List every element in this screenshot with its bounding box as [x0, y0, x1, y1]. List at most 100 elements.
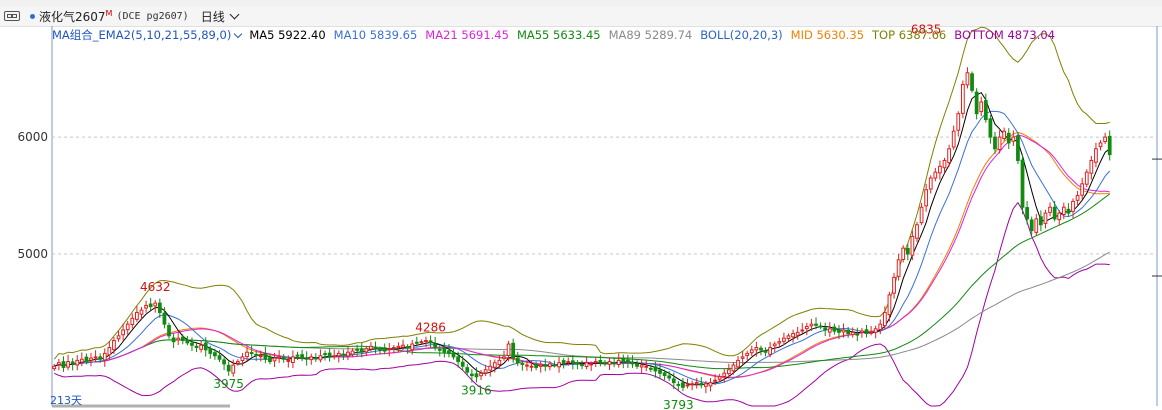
legend-item-mid: MID 5630.35: [790, 28, 865, 42]
candle-body: [855, 333, 860, 336]
candle-body: [933, 171, 938, 179]
candle-body: [548, 363, 552, 368]
candle-body: [61, 361, 66, 368]
legend-items: MA5 5922.40 MA10 5839.65 MA21 5691.45 MA55 …: [249, 28, 1055, 42]
candle-body: [814, 323, 818, 326]
candle-body: [589, 363, 594, 366]
legend-item-top: TOP 6387.66: [872, 28, 947, 42]
candle-body: [66, 361, 70, 368]
candle-body: [708, 382, 713, 387]
candle-body: [190, 342, 194, 346]
candle-body: [552, 364, 557, 367]
candle-body: [424, 340, 428, 343]
low-price-label: 3793: [663, 398, 694, 410]
candle-body: [648, 367, 653, 370]
candle-body: [1075, 195, 1080, 201]
candle-body: [804, 325, 809, 330]
boll-bottom-line: [54, 201, 1110, 407]
candle-body: [272, 357, 277, 362]
indicator-legend: MA组合_EMA2(5,10,21,55,89,0) MA5 5922.40 MA…: [52, 27, 1055, 43]
candle-body: [488, 365, 493, 371]
candle-body: [905, 248, 910, 255]
candle-body: [240, 356, 245, 362]
candle-body: [1020, 159, 1025, 208]
indicator-combo-label: MA组合_EMA2(5,10,21,55,89,0): [52, 28, 232, 42]
candle-body: [644, 365, 649, 368]
candle-body: [818, 325, 823, 328]
candle-body: [1098, 142, 1103, 148]
candle-body: [185, 339, 190, 344]
candle-body: [795, 331, 800, 336]
candle-body: [281, 357, 286, 360]
candle-body: [277, 356, 282, 359]
candle-body: [144, 304, 148, 309]
candle-body: [359, 348, 364, 353]
candle-body: [148, 303, 153, 308]
candle-body: [603, 361, 607, 365]
y-tick-label: 5000: [17, 247, 48, 261]
indicator-combo-selector[interactable]: MA组合_EMA2(5,10,21,55,89,0): [52, 27, 243, 43]
candle-body: [226, 364, 231, 372]
legend-item-ma21: MA21 5691.45: [425, 28, 509, 42]
price-chart[interactable]: 50006000463239754286391637936835: [0, 0, 1162, 410]
candle-body: [1052, 206, 1057, 220]
candle-body: [713, 379, 717, 382]
candle-body: [832, 326, 837, 332]
candle-body: [653, 366, 658, 372]
candle-body: [171, 337, 176, 343]
candle-body: [993, 136, 997, 150]
candle-body: [901, 247, 906, 260]
candle-body: [194, 345, 199, 349]
candle-body: [405, 346, 410, 349]
candle-body: [960, 83, 965, 114]
candle-body: [323, 353, 327, 356]
candle-body: [685, 384, 690, 387]
candle-body: [997, 136, 1002, 150]
candle-body: [896, 259, 901, 277]
candle-body: [1107, 135, 1112, 156]
legend-item-ma89: MA89 5289.74: [608, 28, 693, 42]
candle-body: [341, 353, 346, 356]
candle-body: [887, 294, 892, 316]
legend-item-ma55: MA55 5633.45: [516, 28, 601, 42]
candle-body: [671, 378, 676, 384]
candle-body: [759, 347, 763, 351]
candle-body: [639, 364, 644, 368]
candle-body: [928, 177, 933, 190]
candle-body: [584, 362, 589, 367]
candle-body: [1011, 136, 1016, 142]
candle-body: [837, 329, 841, 333]
candle-body: [157, 302, 162, 313]
candle-body: [75, 359, 80, 366]
candle-body: [1094, 148, 1098, 163]
candle-body: [676, 383, 681, 386]
candle-body: [1002, 130, 1007, 139]
candle-body: [258, 355, 263, 358]
candle-body: [222, 359, 226, 365]
high-price-label: 4286: [415, 320, 446, 334]
candle-body: [745, 352, 750, 356]
candle-body: [791, 333, 795, 338]
candle-body: [1103, 136, 1107, 143]
candle-body: [378, 348, 382, 351]
candle-body: [313, 357, 318, 360]
candle-body: [942, 159, 947, 169]
candle-body: [291, 356, 295, 364]
candle-body: [442, 347, 447, 353]
candle-body: [350, 350, 355, 355]
candle-body: [607, 361, 612, 365]
candle-body: [860, 330, 864, 334]
legend-item-ma5: MA5 5922.40: [249, 28, 326, 42]
candle-body: [125, 323, 130, 331]
candle-body: [988, 118, 993, 138]
candle-body: [754, 347, 759, 351]
candle-body: [483, 369, 488, 374]
candle-body: [694, 382, 699, 385]
candle-body: [318, 355, 323, 361]
candle-body: [295, 354, 300, 357]
candle-body: [121, 329, 126, 336]
candle-body: [534, 363, 538, 368]
candle-body: [57, 362, 61, 365]
candle-body: [924, 189, 929, 207]
candle-body: [864, 329, 869, 335]
